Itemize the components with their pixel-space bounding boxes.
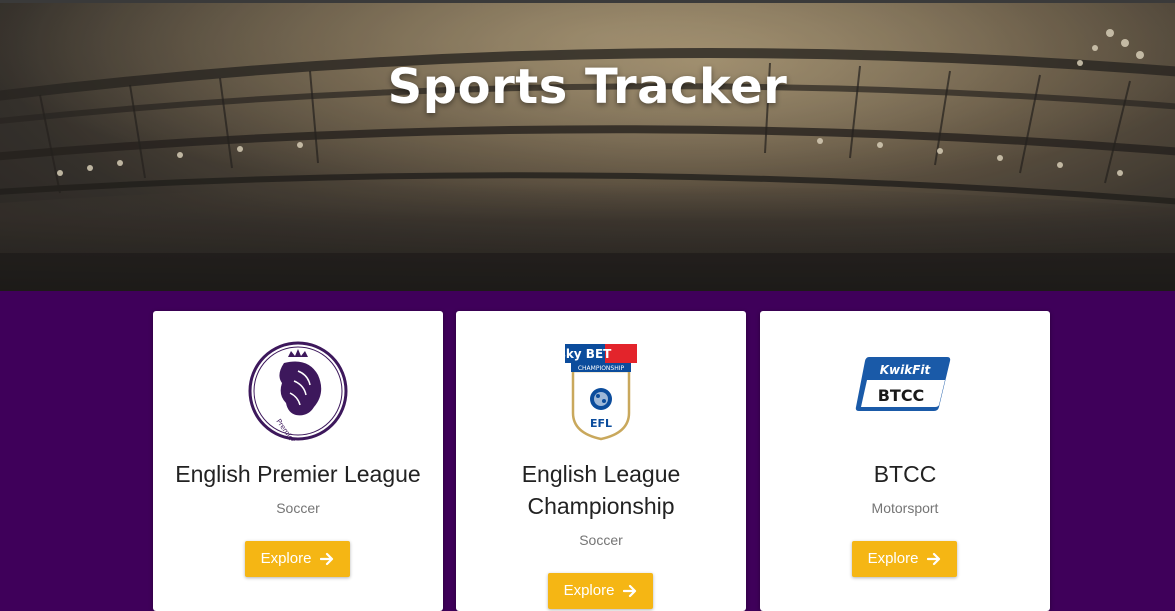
arrow-right-icon bbox=[927, 552, 941, 566]
league-sport: Motorsport bbox=[871, 500, 939, 516]
explore-button[interactable]: Explore bbox=[548, 573, 653, 609]
arrow-right-icon bbox=[623, 584, 637, 598]
league-sport: Soccer bbox=[579, 532, 623, 548]
league-card-championship[interactable]: sky BET CHAMPIONSHIP EFL English League … bbox=[456, 311, 746, 611]
league-card-premier-league[interactable]: Premier League English Premier League So… bbox=[153, 311, 443, 611]
skybet-championship-logo-icon: sky BET CHAMPIONSHIP EFL bbox=[559, 344, 637, 441]
skybet-logo-text: sky BET bbox=[559, 347, 612, 361]
explore-button-label: Explore bbox=[563, 582, 615, 599]
league-sport: Soccer bbox=[276, 500, 320, 516]
explore-button-label: Explore bbox=[260, 550, 312, 567]
arrow-right-icon bbox=[320, 552, 334, 566]
league-name: English Premier League bbox=[175, 461, 421, 487]
btcc-logo-text: BTCC bbox=[878, 386, 925, 405]
championship-logo-text: CHAMPIONSHIP bbox=[578, 365, 625, 372]
page-title: Sports Tracker bbox=[387, 59, 788, 115]
league-card-btcc[interactable]: KwikFit BTCC BTCC Motorsport Explore bbox=[760, 311, 1050, 611]
league-cards-section: Premier League English Premier League So… bbox=[0, 291, 1175, 611]
hero-banner: Sports Tracker bbox=[0, 3, 1175, 291]
explore-button[interactable]: Explore bbox=[245, 541, 350, 577]
league-name: BTCC bbox=[873, 461, 937, 487]
stadium-background-image bbox=[0, 3, 1175, 291]
efl-logo-text: EFL bbox=[590, 417, 612, 430]
kwikfit-btcc-logo-icon: KwikFit BTCC bbox=[855, 357, 951, 411]
explore-button[interactable]: Explore bbox=[852, 541, 957, 577]
kwikfit-logo-text: KwikFit bbox=[880, 363, 932, 377]
premier-league-logo-icon: Premier League bbox=[248, 341, 348, 441]
league-name: English League Championship bbox=[521, 461, 681, 519]
explore-button-label: Explore bbox=[867, 550, 919, 567]
